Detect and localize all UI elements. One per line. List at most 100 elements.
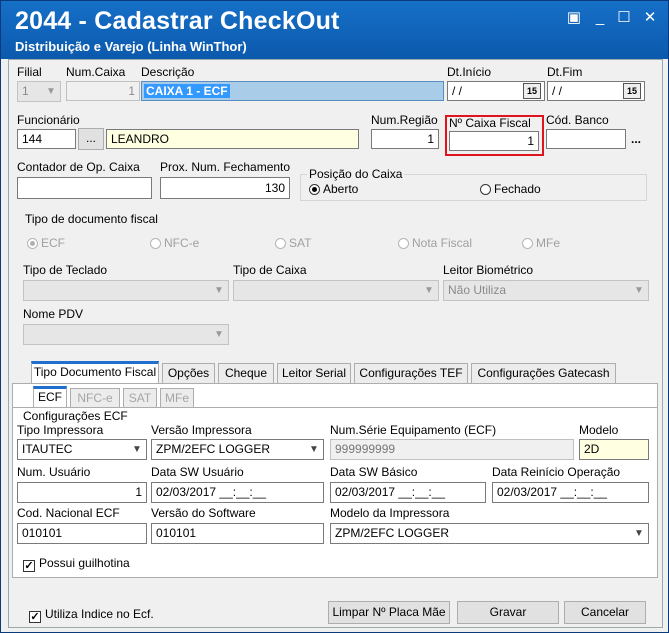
funcionario-code-field[interactable]: 144 — [17, 129, 76, 149]
prox-num-fechamento-field[interactable]: 130 — [160, 177, 290, 199]
cancelar-button[interactable]: Cancelar — [564, 601, 646, 624]
tipo-documento-label: Tipo de documento fiscal — [25, 212, 158, 226]
checkmark-icon: ✓ — [23, 560, 35, 572]
checkmark-icon: ✓ — [29, 611, 41, 623]
chevron-down-icon: ▼ — [424, 285, 434, 296]
radio-ecf[interactable]: ECF — [27, 236, 65, 250]
n-caixa-fiscal-field[interactable]: 1 — [449, 131, 539, 151]
radio-nfce[interactable]: NFC-e — [150, 236, 199, 250]
filial-select[interactable]: 1 ▼ — [17, 81, 61, 102]
data-sw-usuario-label: Data SW Usuário — [151, 465, 244, 479]
tab-tipo-documento-fiscal[interactable]: Tipo Documento Fiscal — [31, 361, 159, 383]
tab-configuracoes-tef[interactable]: Configurações TEF — [354, 363, 468, 383]
nome-pdv-label: Nome PDV — [23, 307, 84, 321]
num-serie-field[interactable]: 999999999 — [330, 439, 574, 460]
radio-mfe[interactable]: MFe — [522, 236, 560, 250]
n-caixa-fiscal-label: Nº Caixa Fiscal — [449, 116, 531, 130]
num-regiao-field[interactable]: 1 — [371, 129, 439, 149]
radio-fechado[interactable]: Fechado — [480, 182, 541, 196]
filial-label: Filial — [17, 65, 42, 79]
title-bar: 2044 - Cadastrar CheckOut Distribuição e… — [1, 1, 668, 59]
calendar-icon[interactable]: 15 — [523, 83, 541, 99]
tipo-caixa-select[interactable]: ▼ — [233, 280, 439, 301]
cod-banco-lookup-button[interactable]: ... — [631, 132, 641, 146]
dt-fim-label: Dt.Fim — [547, 65, 583, 79]
gravar-button[interactable]: Gravar — [457, 601, 559, 624]
tab-cheque[interactable]: Cheque — [218, 363, 274, 383]
utiliza-indice-checkbox[interactable]: ✓ Utiliza Indice no Ecf. — [29, 607, 154, 623]
maximize-icon[interactable]: ☐ — [613, 9, 635, 27]
num-usuario-label: Num. Usuário — [17, 465, 91, 479]
tipo-impressora-label: Tipo Impressora — [17, 423, 104, 437]
radio-aberto[interactable]: Aberto — [309, 182, 358, 196]
chevron-down-icon: ▼ — [634, 285, 644, 296]
window-title: 2044 - Cadastrar CheckOut — [15, 7, 340, 35]
data-sw-basico-field[interactable]: 02/03/2017 __:__:__ — [330, 482, 486, 503]
versao-software-label: Versão do Software — [151, 506, 256, 520]
subtab-nfce[interactable]: NFC-e — [70, 388, 120, 408]
leitor-biometrico-label: Leitor Biométrico — [443, 263, 534, 277]
modelo-field[interactable]: 2D — [579, 439, 649, 460]
possui-guilhotina-checkbox[interactable]: ✓ Possui guilhotina — [23, 556, 130, 572]
versao-impressora-label: Versão Impressora — [151, 423, 252, 437]
modelo-label: Modelo — [579, 423, 619, 437]
chevron-down-icon: ▼ — [309, 444, 319, 455]
chevron-down-icon: ▼ — [132, 444, 142, 455]
num-usuario-field[interactable]: 1 — [17, 482, 147, 503]
chevron-down-icon: ▼ — [214, 329, 224, 340]
restore-icon[interactable]: ▣ — [563, 9, 585, 27]
posicao-caixa-label: Posição do Caixa — [307, 167, 405, 181]
cod-nacional-field[interactable]: 010101 — [17, 523, 147, 544]
radio-sat[interactable]: SAT — [275, 236, 311, 250]
configuracoes-ecf-label: Configurações ECF — [23, 409, 128, 423]
tab-leitor-serial[interactable]: Leitor Serial — [277, 363, 351, 383]
subtab-mfe[interactable]: MFe — [160, 388, 194, 408]
form-area: Filial 1 ▼ Num.Caixa 1 Descrição CAIXA 1 … — [8, 59, 663, 628]
nome-pdv-select[interactable]: ▼ — [23, 324, 229, 345]
leitor-biometrico-select[interactable]: Não Utiliza ▼ — [443, 280, 649, 301]
tab-panel: ECF NFC-e SAT MFe Configurações ECF Tipo… — [12, 383, 658, 578]
funcionario-name-field[interactable]: LEANDRO — [106, 129, 359, 149]
main-window: 2044 - Cadastrar CheckOut Distribuição e… — [0, 0, 669, 633]
tab-opcoes[interactable]: Opções — [162, 363, 215, 383]
funcionario-lookup-button[interactable]: ... — [78, 128, 104, 150]
cod-banco-label: Cód. Banco — [546, 113, 609, 127]
subtab-ecf[interactable]: ECF — [33, 386, 67, 408]
dt-inicio-label: Dt.Início — [447, 65, 492, 79]
cod-nacional-label: Cod. Nacional ECF — [17, 506, 120, 520]
num-regiao-label: Num.Região — [371, 113, 438, 127]
versao-impressora-select[interactable]: ZPM/2EFC LOGGER ▼ — [151, 439, 324, 460]
modelo-impressora-label: Modelo da Impressora — [330, 506, 450, 520]
radio-aberto-circle — [309, 184, 320, 195]
tipo-teclado-select[interactable]: ▼ — [23, 280, 229, 301]
radio-fechado-circle — [480, 184, 491, 195]
contador-op-label: Contador de Op. Caixa — [17, 160, 140, 174]
minimize-icon[interactable]: _ — [589, 9, 611, 27]
limpar-placa-button[interactable]: Limpar Nº Placa Mãe — [328, 601, 450, 624]
tipo-impressora-select[interactable]: ITAUTEC ▼ — [17, 439, 147, 460]
close-icon[interactable]: ✕ — [639, 9, 661, 27]
num-caixa-field[interactable]: 1 — [66, 81, 140, 101]
descricao-selection: CAIXA 1 - ECF — [144, 84, 230, 98]
calendar-icon[interactable]: 15 — [623, 83, 641, 99]
tipo-teclado-label: Tipo de Teclado — [23, 263, 108, 277]
num-serie-label: Num.Série Equipamento (ECF) — [330, 423, 497, 437]
contador-op-field[interactable] — [17, 177, 152, 199]
data-reinicio-field[interactable]: 02/03/2017 __:__:__ — [492, 482, 649, 503]
prox-num-fechamento-label: Prox. Num. Fechamento — [160, 160, 291, 174]
window-subtitle: Distribuição e Varejo (Linha WinThor) — [15, 39, 247, 54]
tipo-caixa-label: Tipo de Caixa — [233, 263, 307, 277]
radio-nota-fiscal[interactable]: Nota Fiscal — [398, 236, 472, 250]
chevron-down-icon: ▼ — [214, 285, 224, 296]
num-caixa-label: Num.Caixa — [66, 65, 126, 79]
tab-configuracoes-gatecash[interactable]: Configurações Gatecash — [471, 363, 616, 383]
modelo-impressora-select[interactable]: ZPM/2EFC LOGGER ▼ — [330, 523, 649, 544]
descricao-field[interactable]: CAIXA 1 - ECF — [141, 81, 444, 101]
data-sw-usuario-field[interactable]: 02/03/2017 __:__:__ — [151, 482, 324, 503]
cod-banco-field[interactable] — [546, 129, 626, 149]
subtab-sat[interactable]: SAT — [123, 388, 157, 408]
versao-software-field[interactable]: 010101 — [151, 523, 324, 544]
descricao-label: Descrição — [141, 65, 195, 79]
data-reinicio-label: Data Reinício Operação — [492, 465, 621, 479]
funcionario-label: Funcionário — [17, 113, 80, 127]
